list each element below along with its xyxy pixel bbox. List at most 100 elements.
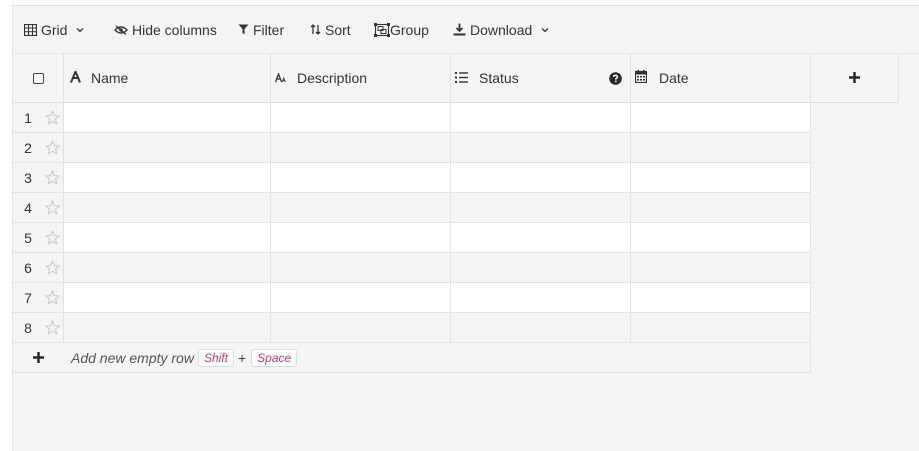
column-label-date: Date — [659, 70, 689, 86]
select-all-header — [13, 54, 64, 103]
table-row[interactable]: 7 — [13, 283, 811, 313]
cell-name[interactable] — [64, 223, 271, 252]
cell-status[interactable] — [451, 133, 631, 162]
cell-status[interactable] — [451, 313, 631, 342]
row-number: 6 — [24, 259, 32, 276]
row-number: 1 — [24, 109, 32, 126]
calendar-icon — [634, 70, 648, 86]
cell-name[interactable] — [64, 313, 271, 342]
star-icon[interactable] — [44, 199, 61, 218]
row-number: 8 — [24, 319, 32, 336]
cell-name[interactable] — [64, 283, 271, 312]
cell-date[interactable] — [631, 313, 811, 342]
add-row-bar[interactable]: Add new empty row Shift + Space — [13, 343, 811, 373]
cell-description[interactable] — [271, 133, 451, 162]
table-row[interactable]: 2 — [13, 133, 811, 163]
table-row[interactable]: 8 — [13, 313, 811, 343]
cell-date[interactable] — [631, 163, 811, 192]
row-number-cell[interactable]: 8 — [13, 313, 64, 342]
toolbar: Grid Hide columns Filter Sort Group Down… — [13, 6, 919, 54]
table-row[interactable]: 3 — [13, 163, 811, 193]
add-column-button[interactable] — [811, 54, 899, 103]
cell-description[interactable] — [271, 253, 451, 282]
filter-button[interactable]: Filter — [238, 14, 284, 46]
star-icon[interactable] — [44, 169, 61, 188]
table-row[interactable]: 1 — [13, 103, 811, 133]
cell-status[interactable] — [451, 283, 631, 312]
cell-description[interactable] — [271, 163, 451, 192]
cell-status[interactable] — [451, 223, 631, 252]
column-header-name[interactable]: Name — [64, 54, 271, 103]
download-label: Download — [470, 21, 533, 38]
add-row-hint[interactable]: Add new empty row Shift + Space — [71, 343, 300, 372]
cell-date[interactable] — [631, 103, 811, 132]
cell-date[interactable] — [631, 133, 811, 162]
cell-status[interactable] — [451, 193, 631, 222]
add-row-button[interactable] — [13, 343, 64, 372]
star-icon[interactable] — [44, 109, 61, 128]
cell-description[interactable] — [271, 103, 451, 132]
cell-name[interactable] — [64, 253, 271, 282]
download-icon — [453, 23, 466, 36]
column-label-status: Status — [479, 70, 519, 86]
cell-status[interactable] — [451, 103, 631, 132]
cell-date[interactable] — [631, 253, 811, 282]
star-icon[interactable] — [44, 319, 61, 338]
download-button[interactable]: Download — [453, 14, 549, 46]
star-icon[interactable] — [44, 259, 61, 278]
chevron-down-icon — [76, 27, 84, 33]
row-number: 2 — [24, 139, 32, 156]
row-number-cell[interactable]: 5 — [13, 223, 64, 252]
column-header-date[interactable]: Date — [631, 54, 811, 103]
grid-view-label: Grid — [41, 21, 68, 38]
filter-label: Filter — [253, 21, 285, 38]
grid-view-selector[interactable]: Grid — [24, 14, 84, 46]
cell-description[interactable] — [271, 223, 451, 252]
cell-name[interactable] — [64, 103, 271, 132]
column-label-name: Name — [91, 70, 129, 86]
star-icon[interactable] — [44, 139, 61, 158]
table-icon — [24, 23, 37, 36]
column-header-description[interactable]: Description — [271, 54, 451, 103]
chevron-down-icon — [541, 27, 549, 33]
hide-columns-button[interactable]: Hide columns — [114, 14, 217, 46]
row-number: 5 — [24, 229, 32, 246]
plus-icon — [849, 70, 860, 86]
sort-icon — [310, 24, 321, 35]
sort-label: Sort — [325, 21, 351, 38]
sort-button[interactable]: Sort — [310, 14, 351, 46]
row-number-cell[interactable]: 3 — [13, 163, 64, 192]
row-number: 3 — [24, 169, 32, 186]
cell-status[interactable] — [451, 163, 631, 192]
star-icon[interactable] — [44, 289, 61, 308]
row-number-cell[interactable]: 1 — [13, 103, 64, 132]
select-all-checkbox[interactable] — [32, 72, 44, 84]
hide-columns-label: Hide columns — [132, 21, 217, 38]
plus-icon — [33, 350, 44, 366]
column-header-status[interactable]: Status — [451, 54, 631, 103]
table-row[interactable]: 5 — [13, 223, 811, 253]
eye-slash-icon — [114, 25, 128, 35]
star-icon[interactable] — [44, 229, 61, 248]
row-number-cell[interactable]: 4 — [13, 193, 64, 222]
cell-status[interactable] — [451, 253, 631, 282]
cell-description[interactable] — [271, 193, 451, 222]
cell-date[interactable] — [631, 223, 811, 252]
cell-description[interactable] — [271, 313, 451, 342]
table-row[interactable]: 4 — [13, 193, 811, 223]
cell-name[interactable] — [64, 193, 271, 222]
group-button[interactable]: Group — [374, 14, 429, 46]
shortcut-key-space: Space — [251, 348, 298, 367]
row-number-cell[interactable]: 7 — [13, 283, 64, 312]
cell-name[interactable] — [64, 163, 271, 192]
cell-date[interactable] — [631, 283, 811, 312]
shortcut-key-shift: Shift — [197, 348, 234, 367]
question-circle-icon[interactable] — [609, 72, 622, 88]
list-icon — [455, 70, 468, 86]
cell-name[interactable] — [64, 133, 271, 162]
table-row[interactable]: 6 — [13, 253, 811, 283]
cell-description[interactable] — [271, 283, 451, 312]
row-number-cell[interactable]: 2 — [13, 133, 64, 162]
cell-date[interactable] — [631, 193, 811, 222]
row-number-cell[interactable]: 6 — [13, 253, 64, 282]
